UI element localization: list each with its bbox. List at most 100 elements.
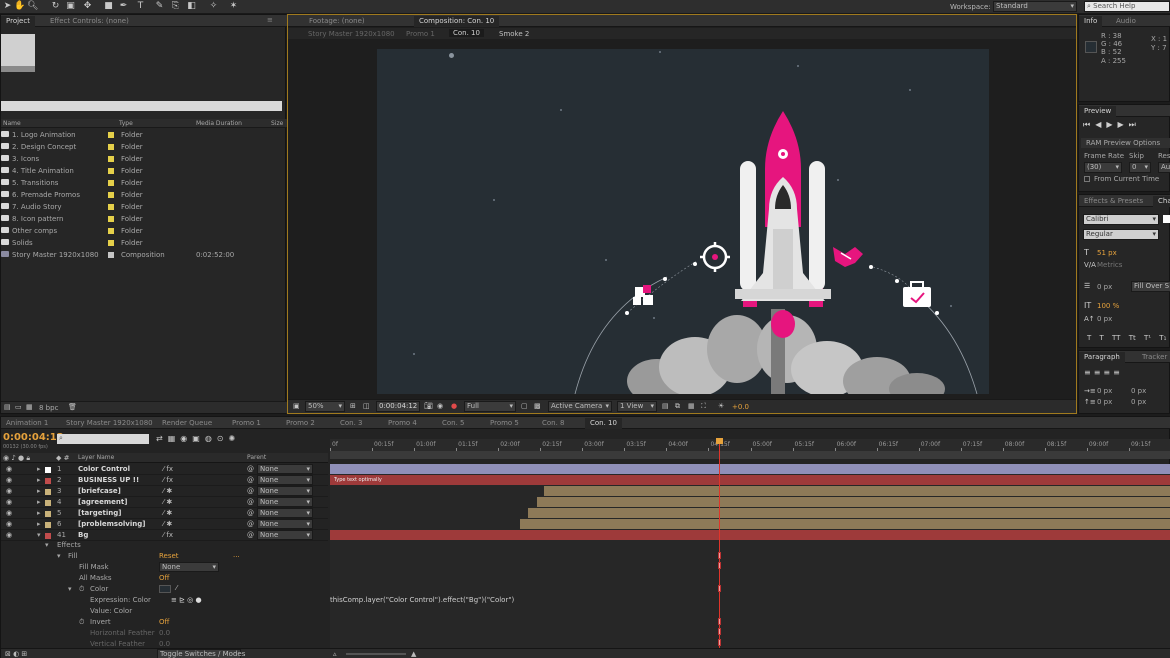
tab-tracker[interactable]: Tracker	[1137, 352, 1170, 363]
channel-icon[interactable]: ●	[451, 402, 457, 410]
layer-name[interactable]: Color Control	[78, 464, 130, 475]
table-row[interactable]: ◉ ▸ 1 Color Control ⁄ fx @ None ▾	[1, 464, 328, 475]
justify-icon[interactable]: ≡	[1113, 368, 1123, 377]
eraser-tool-icon[interactable]: ◧	[186, 1, 197, 12]
pen-tool-icon[interactable]: ✒	[118, 1, 129, 12]
brainstorm-icon[interactable]: ✺	[229, 434, 241, 443]
layer-label-swatch[interactable]	[45, 478, 51, 484]
always-preview-icon[interactable]: ▣	[293, 402, 300, 410]
column-name[interactable]: Name	[3, 120, 21, 127]
puppet-tool-icon[interactable]: ✶	[228, 1, 239, 12]
list-item[interactable]: 6. Premade Promos Folder	[1, 189, 143, 201]
list-item[interactable]: 3. Icons Folder	[1, 153, 143, 165]
breadcrumb-item[interactable]: Smoke 2	[499, 30, 529, 38]
rectangle-tool-icon[interactable]: ■	[103, 1, 114, 12]
zoom-tool-icon[interactable]: 🔍︎	[27, 1, 38, 12]
fill-color-swatch[interactable]	[1163, 215, 1170, 223]
parent-dropdown[interactable]: None ▾	[257, 519, 313, 529]
baseline-shift-value[interactable]: 0 px	[1097, 315, 1112, 323]
timeline-icon[interactable]: ▦	[688, 402, 695, 410]
vertical-scale-value[interactable]: 100 %	[1097, 302, 1119, 310]
layer-name[interactable]: Bg	[78, 530, 88, 541]
font-size-value[interactable]: 51 px	[1097, 249, 1117, 257]
view-layout-dropdown[interactable]: 1 View ▾	[617, 401, 657, 412]
vertical-feather-value[interactable]: 0.0	[159, 640, 170, 648]
expand-arrow-icon[interactable]: ▸	[37, 486, 41, 497]
align-right-icon[interactable]: ≡	[1103, 368, 1113, 377]
parent-pickwhip-icon[interactable]: @	[247, 508, 254, 519]
pan-behind-tool-icon[interactable]: ✥	[82, 1, 93, 12]
expand-arrow-icon[interactable]: ▾	[68, 585, 72, 593]
expand-arrow-icon[interactable]: ▸	[37, 475, 41, 486]
keyframe-marker[interactable]	[717, 585, 721, 592]
table-row[interactable]: ◉ ▸ 2 BUSINESS UP !! ⁄ fx @ None ▾	[1, 475, 328, 486]
timeline-search-input[interactable]: ⌕	[57, 434, 149, 444]
workspace-dropdown[interactable]: Standard ▾	[993, 1, 1077, 12]
layer-duration-bar[interactable]	[330, 475, 1170, 485]
list-item[interactable]: Solids Folder	[1, 237, 143, 249]
layer-name[interactable]: [agreement]	[78, 497, 127, 508]
tab-render-queue[interactable]: Render Queue	[157, 418, 217, 429]
visibility-icon[interactable]: ◉	[6, 486, 12, 497]
panel-menu-icon[interactable]: ≡	[267, 16, 273, 24]
expand-arrow-icon[interactable]: ▸	[37, 497, 41, 508]
expression-controls[interactable]: ≡ ⊵ ◎ ●	[171, 596, 202, 604]
tab-effect-controls[interactable]: Effect Controls: (none)	[45, 16, 134, 27]
fill-effect-label[interactable]: Fill	[68, 552, 77, 560]
next-frame-icon[interactable]: ▶	[1118, 120, 1129, 129]
new-folder-icon[interactable]: ▭	[15, 403, 22, 411]
interpret-footage-icon[interactable]: ▤	[4, 403, 11, 411]
parent-dropdown[interactable]: None ▾	[257, 486, 313, 496]
visibility-icon[interactable]: ◉	[6, 508, 12, 519]
align-center-icon[interactable]: ≡	[1094, 368, 1104, 377]
new-composition-icon[interactable]: ▦	[26, 403, 33, 411]
clone-stamp-tool-icon[interactable]: ⎘	[170, 1, 181, 12]
keyframe-marker[interactable]	[717, 628, 721, 635]
superscript-button[interactable]: T¹	[1144, 334, 1151, 342]
font-family-dropdown[interactable]: Calibri ▾	[1083, 214, 1159, 225]
timeline-track-area[interactable]: Type text optimally thisComp.layer("Colo…	[330, 438, 1170, 648]
parent-dropdown[interactable]: None ▾	[257, 475, 313, 485]
space-after-value[interactable]: 0 px	[1131, 398, 1146, 406]
layer-duration-bar[interactable]	[330, 530, 1170, 540]
fill-mask-dropdown[interactable]: None ▾	[159, 562, 219, 572]
grid-icon[interactable]: ⊞	[350, 402, 356, 410]
hand-tool-icon[interactable]: ✋	[14, 1, 25, 12]
layer-duration-bar[interactable]	[536, 497, 1170, 507]
hide-shy-icon[interactable]: ◉	[180, 434, 192, 443]
zoom-out-icon[interactable]: ▵	[333, 650, 337, 658]
roto-brush-tool-icon[interactable]: ✧	[208, 1, 219, 12]
comp-mini-flowchart-icon[interactable]: ⇄	[156, 434, 168, 443]
trash-icon[interactable]: 🗑︎	[68, 403, 77, 411]
visibility-icon[interactable]: ◉	[6, 497, 12, 508]
layer-label-swatch[interactable]	[45, 467, 51, 473]
frame-blending-icon[interactable]: ▣	[192, 434, 205, 443]
from-current-checkbox[interactable]	[1084, 176, 1090, 182]
tab-timeline-comp[interactable]: Promo 5	[485, 418, 524, 429]
table-row[interactable]: ◉ ▸ 6 [problemsolving] ⁄ ✱ @ None ▾	[1, 519, 328, 530]
exposure-value[interactable]: +0.0	[732, 403, 749, 411]
flowchart-icon[interactable]: ⛶	[701, 402, 706, 411]
list-item[interactable]: Other comps Folder	[1, 225, 143, 237]
timeline-zoom-slider[interactable]	[346, 653, 406, 655]
column-media-duration[interactable]: Media Duration	[196, 120, 242, 127]
snapshot-icon[interactable]: 📷︎	[424, 402, 433, 410]
table-row[interactable]: ◉ ▸ 3 [briefcase] ⁄ ✱ @ None ▾	[1, 486, 328, 497]
layer-label-swatch[interactable]	[45, 511, 51, 517]
subscript-button[interactable]: T₁	[1159, 334, 1166, 342]
layer-label-swatch[interactable]	[45, 533, 51, 539]
play-icon[interactable]: ▶	[1106, 120, 1117, 129]
layer-switches[interactable]: ⁄ ✱	[163, 486, 172, 497]
parent-dropdown[interactable]: None ▾	[257, 497, 313, 507]
transparency-grid-icon[interactable]: ▩	[534, 402, 541, 410]
parent-dropdown[interactable]: None ▾	[257, 508, 313, 518]
show-snapshot-icon[interactable]: ◉	[437, 402, 443, 410]
kerning-value[interactable]: Metrics	[1097, 261, 1122, 269]
keyframe-marker[interactable]	[717, 639, 721, 646]
list-item[interactable]: 5. Transitions Folder	[1, 177, 143, 189]
exposure-icon[interactable]: ☀	[718, 402, 724, 410]
tab-character[interactable]: Cha	[1153, 196, 1170, 207]
parent-dropdown[interactable]: None ▾	[257, 464, 313, 474]
layer-label-swatch[interactable]	[45, 489, 51, 495]
all-masks-value[interactable]: Off	[159, 574, 169, 582]
